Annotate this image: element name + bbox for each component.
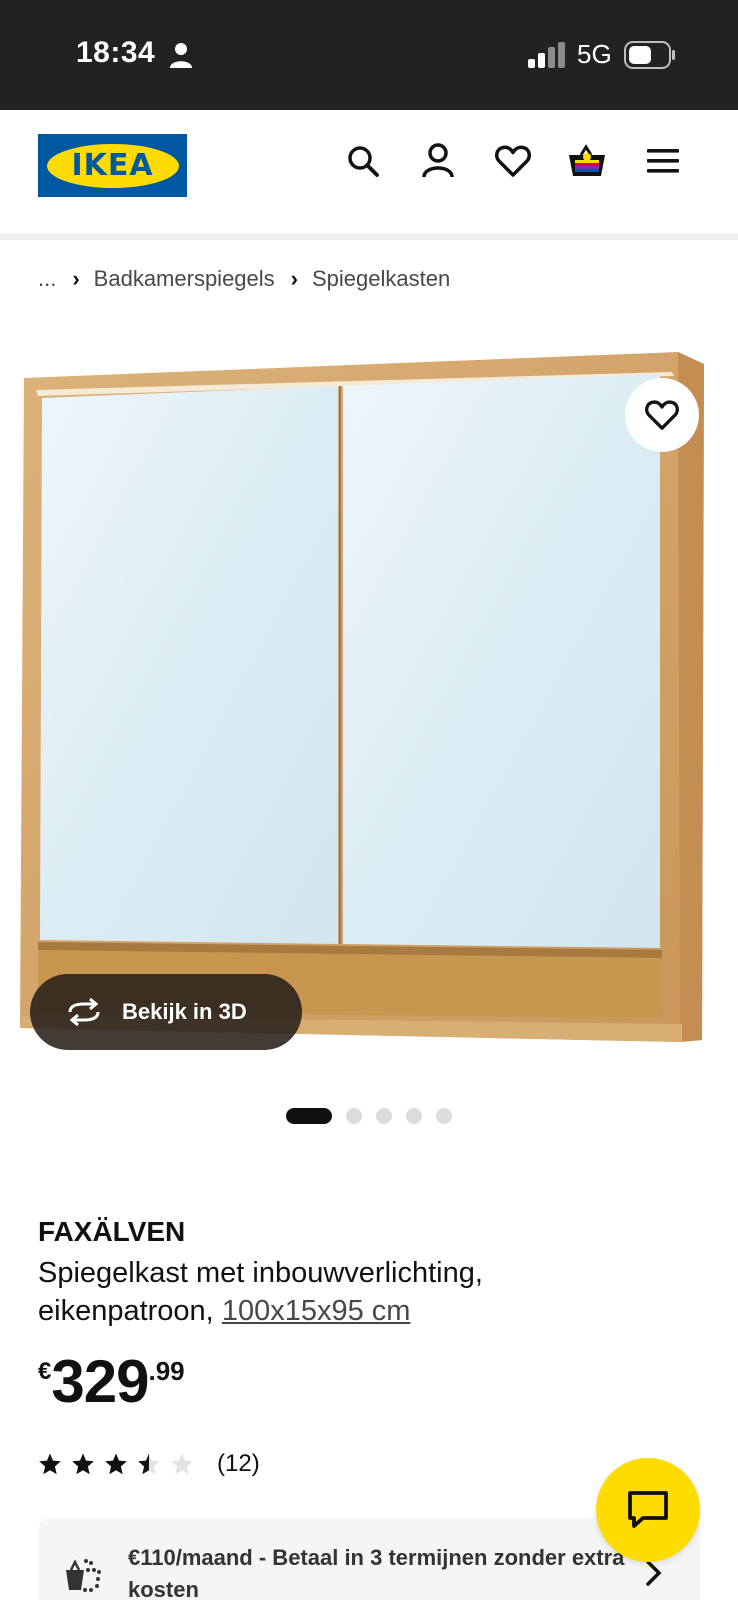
image-carousel-indicator	[286, 1108, 466, 1124]
logo-oval: IKEA	[46, 143, 179, 188]
installment-text: €110/maand - Betaal in 3 termijnen zonde…	[128, 1545, 625, 1600]
carousel-dot[interactable]	[346, 1108, 362, 1124]
account-icon[interactable]	[417, 140, 459, 182]
header-divider	[0, 233, 738, 240]
network-label: 5G	[577, 39, 612, 69]
carousel-dot[interactable]	[286, 1108, 332, 1124]
rating-count: (12)	[217, 1450, 260, 1477]
breadcrumb-ellipsis[interactable]: ...	[38, 266, 56, 292]
rating-star-icon	[39, 1453, 61, 1475]
cart-icon[interactable]	[566, 140, 608, 182]
heart-icon	[645, 400, 679, 430]
status-time: 18:34	[76, 36, 156, 69]
site-header: IKEA	[0, 110, 738, 234]
payment-basket-icon	[66, 1559, 101, 1592]
breadcrumb-item-badkamerspiegels[interactable]: Badkamerspiegels	[94, 266, 275, 292]
chevron-right-icon: ›	[290, 266, 298, 291]
rating-stars	[38, 1452, 203, 1476]
view-in-3d-label: Bekijk in 3D	[122, 999, 247, 1024]
product-image[interactable]	[18, 352, 720, 1064]
price-decimals: .99	[148, 1356, 185, 1386]
carousel-dot[interactable]	[436, 1108, 452, 1124]
ikea-logo[interactable]: IKEA	[38, 134, 187, 197]
rotate-3d-icon	[68, 998, 100, 1026]
price-currency: €	[38, 1358, 52, 1385]
status-bar: 18:34 5G	[0, 0, 738, 110]
breadcrumb-item-spiegelkasten[interactable]: Spiegelkasten	[312, 266, 450, 292]
rating-star-icon	[138, 1453, 160, 1475]
wishlist-icon[interactable]	[492, 140, 534, 182]
battery-icon	[624, 41, 675, 69]
search-icon[interactable]	[342, 140, 384, 182]
rating-star-icon	[171, 1453, 193, 1475]
product-price: € 329 .99	[38, 1350, 185, 1414]
rating-star-icon	[72, 1453, 94, 1475]
product-dimensions-link[interactable]: 100x15x95 cm	[222, 1295, 411, 1327]
menu-icon[interactable]	[642, 140, 684, 182]
person-icon	[170, 43, 192, 68]
chat-button[interactable]	[596, 1458, 700, 1562]
product-rating[interactable]: (12)	[38, 1450, 260, 1478]
product-description: Spiegelkast met inbouwverlichting, eiken…	[38, 1254, 618, 1330]
product-name: FAXÄLVEN	[38, 1216, 186, 1247]
price-integer: 329	[51, 1348, 149, 1415]
chevron-right-icon	[646, 1560, 662, 1586]
logo-text: IKEA	[71, 148, 154, 183]
rating-star-icon	[105, 1453, 127, 1475]
save-to-wishlist-button[interactable]	[625, 378, 699, 452]
breadcrumb: ... › Badkamerspiegels › Spiegelkasten	[38, 262, 450, 296]
chat-icon	[628, 1491, 668, 1528]
carousel-dot[interactable]	[376, 1108, 392, 1124]
carousel-dot[interactable]	[406, 1108, 422, 1124]
signal-icon	[528, 42, 565, 68]
view-in-3d-button[interactable]: Bekijk in 3D	[30, 974, 302, 1050]
chevron-right-icon: ›	[72, 266, 80, 291]
